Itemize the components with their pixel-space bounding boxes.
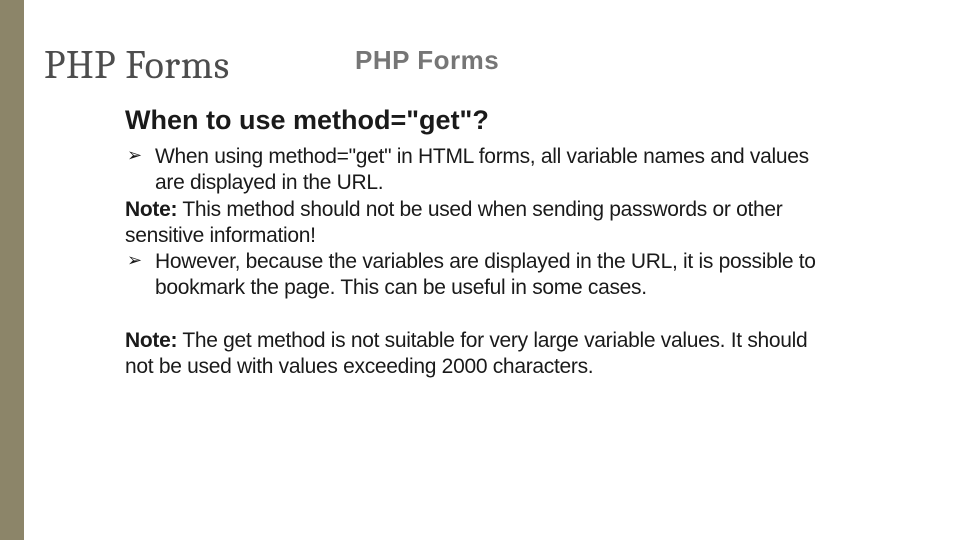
note-2-line2: not be used with values exceeding 2000 c… <box>125 354 895 380</box>
slide-content: When to use method="get"? When using met… <box>125 105 895 380</box>
bullet-1-line1: When using method="get" in HTML forms, a… <box>125 144 895 170</box>
bullet-2-line2: bookmark the page. This can be useful in… <box>125 275 895 301</box>
slide-title: PHP Forms <box>44 42 230 88</box>
bullet-2-line1: However, because the variables are displ… <box>125 249 895 275</box>
note-2-label: Note: <box>125 329 177 352</box>
note-1-line1: Note: This method should not be used whe… <box>125 197 895 223</box>
note-2-text-a: The get method is not suitable for very … <box>177 329 807 352</box>
side-stripe <box>0 0 24 540</box>
bullet-1-line2: are displayed in the URL. <box>125 170 895 196</box>
note-2-line1: Note: The get method is not suitable for… <box>125 328 895 354</box>
note-1-line2: sensitive information! <box>125 223 895 249</box>
watermark-title: PHP Forms <box>355 45 499 76</box>
subheading: When to use method="get"? <box>125 105 895 136</box>
body-text: When using method="get" in HTML forms, a… <box>125 144 895 380</box>
note-1-label: Note: <box>125 198 177 221</box>
note-1-text-a: This method should not be used when send… <box>177 198 782 221</box>
